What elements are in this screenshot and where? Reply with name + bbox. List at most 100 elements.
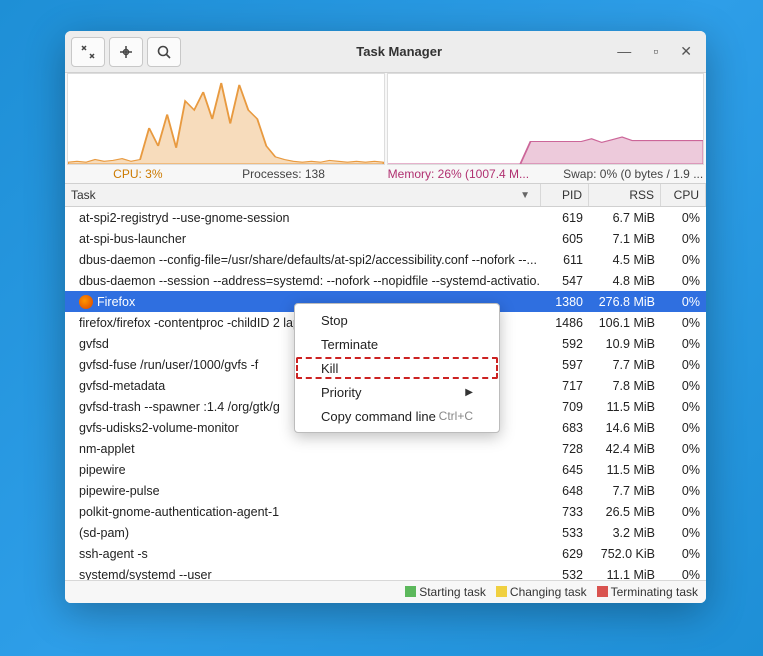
menu-kill[interactable]: Kill [295, 356, 499, 380]
cell-pid: 629 [541, 547, 589, 561]
maximize-button[interactable]: ▫ [653, 43, 658, 60]
process-row[interactable]: pipewire-pulse6487.7 MiB0% [65, 480, 706, 501]
cell-pid: 592 [541, 337, 589, 351]
cell-task: nm-applet [79, 442, 541, 456]
cell-pid: 709 [541, 400, 589, 414]
cell-rss: 7.1 MiB [589, 232, 661, 246]
cell-rss: 276.8 MiB [589, 295, 661, 309]
header-task[interactable]: Task▼ [65, 184, 541, 206]
cell-pid: 717 [541, 379, 589, 393]
titlebar: Task Manager — ▫ ✕ [65, 31, 706, 73]
cell-task: ssh-agent -s [79, 547, 541, 561]
menu-stop[interactable]: Stop [295, 308, 499, 332]
cell-cpu: 0% [661, 484, 706, 498]
cell-pid: 645 [541, 463, 589, 477]
menu-copy-command-line[interactable]: Copy command lineCtrl+C [295, 404, 499, 428]
status-row: CPU: 3% Processes: 138 Memory: 26% (1007… [65, 165, 706, 183]
cpu-status: CPU: 3% [65, 167, 211, 181]
cell-cpu: 0% [661, 505, 706, 519]
cell-pid: 611 [541, 253, 589, 267]
shortcut-label: Ctrl+C [439, 409, 473, 423]
cell-cpu: 0% [661, 358, 706, 372]
firefox-icon [79, 295, 93, 309]
cell-pid: 728 [541, 442, 589, 456]
cell-rss: 752.0 KiB [589, 547, 661, 561]
swap-status: Swap: 0% (0 bytes / 1.9 ... [560, 167, 706, 181]
cell-task: systemd/systemd --user [79, 568, 541, 581]
legend-changing: Changing task [496, 585, 587, 599]
settings-button[interactable] [71, 37, 105, 67]
cell-cpu: 0% [661, 463, 706, 477]
cell-rss: 26.5 MiB [589, 505, 661, 519]
cell-rss: 3.2 MiB [589, 526, 661, 540]
cell-cpu: 0% [661, 274, 706, 288]
search-button[interactable] [147, 37, 181, 67]
process-row[interactable]: at-spi-bus-launcher6057.1 MiB0% [65, 228, 706, 249]
cell-task: pipewire [79, 463, 541, 477]
graphs-area [65, 73, 706, 165]
cell-rss: 10.9 MiB [589, 337, 661, 351]
memory-status: Memory: 26% (1007.4 M... [356, 167, 560, 181]
menu-priority[interactable]: Priority▶ [295, 380, 499, 404]
cell-rss: 4.8 MiB [589, 274, 661, 288]
cell-rss: 106.1 MiB [589, 316, 661, 330]
cell-task: dbus-daemon --config-file=/usr/share/def… [79, 253, 541, 267]
process-row[interactable]: dbus-daemon --config-file=/usr/share/def… [65, 249, 706, 270]
cell-cpu: 0% [661, 232, 706, 246]
cell-cpu: 0% [661, 526, 706, 540]
minimize-button[interactable]: — [617, 43, 631, 60]
cell-pid: 1380 [541, 295, 589, 309]
process-row[interactable]: (sd-pam)5333.2 MiB0% [65, 522, 706, 543]
cell-cpu: 0% [661, 442, 706, 456]
cell-task: at-spi-bus-launcher [79, 232, 541, 246]
process-row[interactable]: systemd/systemd --user53211.1 MiB0% [65, 564, 706, 580]
process-row[interactable]: polkit-gnome-authentication-agent-173326… [65, 501, 706, 522]
cell-cpu: 0% [661, 316, 706, 330]
cell-rss: 14.6 MiB [589, 421, 661, 435]
cell-pid: 547 [541, 274, 589, 288]
process-row[interactable]: nm-applet72842.4 MiB0% [65, 438, 706, 459]
cell-task: pipewire-pulse [79, 484, 541, 498]
process-row[interactable]: pipewire64511.5 MiB0% [65, 459, 706, 480]
cell-cpu: 0% [661, 568, 706, 581]
process-row[interactable]: dbus-daemon --session --address=systemd:… [65, 270, 706, 291]
cpu-graph[interactable] [67, 73, 385, 165]
cell-rss: 4.5 MiB [589, 253, 661, 267]
cell-pid: 733 [541, 505, 589, 519]
cell-cpu: 0% [661, 253, 706, 267]
close-button[interactable]: ✕ [680, 43, 692, 60]
window-controls: — ▫ ✕ [617, 43, 700, 60]
header-pid[interactable]: PID [541, 184, 589, 206]
cell-pid: 533 [541, 526, 589, 540]
memory-graph[interactable] [387, 73, 705, 165]
cell-rss: 11.5 MiB [589, 463, 661, 477]
cell-rss: 7.8 MiB [589, 379, 661, 393]
cell-cpu: 0% [661, 421, 706, 435]
legend: Starting task Changing task Terminating … [65, 580, 706, 603]
cell-pid: 605 [541, 232, 589, 246]
cell-task: (sd-pam) [79, 526, 541, 540]
process-row[interactable]: ssh-agent -s629752.0 KiB0% [65, 543, 706, 564]
cell-task: polkit-gnome-authentication-agent-1 [79, 505, 541, 519]
cell-rss: 42.4 MiB [589, 442, 661, 456]
cell-cpu: 0% [661, 400, 706, 414]
cell-pid: 597 [541, 358, 589, 372]
column-headers: Task▼ PID RSS CPU [65, 183, 706, 207]
cell-pid: 648 [541, 484, 589, 498]
sort-descending-icon: ▼ [520, 190, 530, 201]
menu-terminate[interactable]: Terminate [295, 332, 499, 356]
identify-button[interactable] [109, 37, 143, 67]
cell-task: dbus-daemon --session --address=systemd:… [79, 274, 541, 288]
cell-rss: 6.7 MiB [589, 211, 661, 225]
cell-pid: 619 [541, 211, 589, 225]
header-rss[interactable]: RSS [589, 184, 661, 206]
cell-pid: 1486 [541, 316, 589, 330]
submenu-arrow-icon: ▶ [465, 387, 473, 398]
legend-terminating: Terminating task [597, 585, 698, 599]
header-cpu[interactable]: CPU [661, 184, 706, 206]
window-title: Task Manager [185, 44, 613, 59]
process-row[interactable]: at-spi2-registryd --use-gnome-session619… [65, 207, 706, 228]
context-menu: Stop Terminate Kill Priority▶ Copy comma… [294, 303, 500, 433]
cell-pid: 683 [541, 421, 589, 435]
cell-rss: 11.5 MiB [589, 400, 661, 414]
